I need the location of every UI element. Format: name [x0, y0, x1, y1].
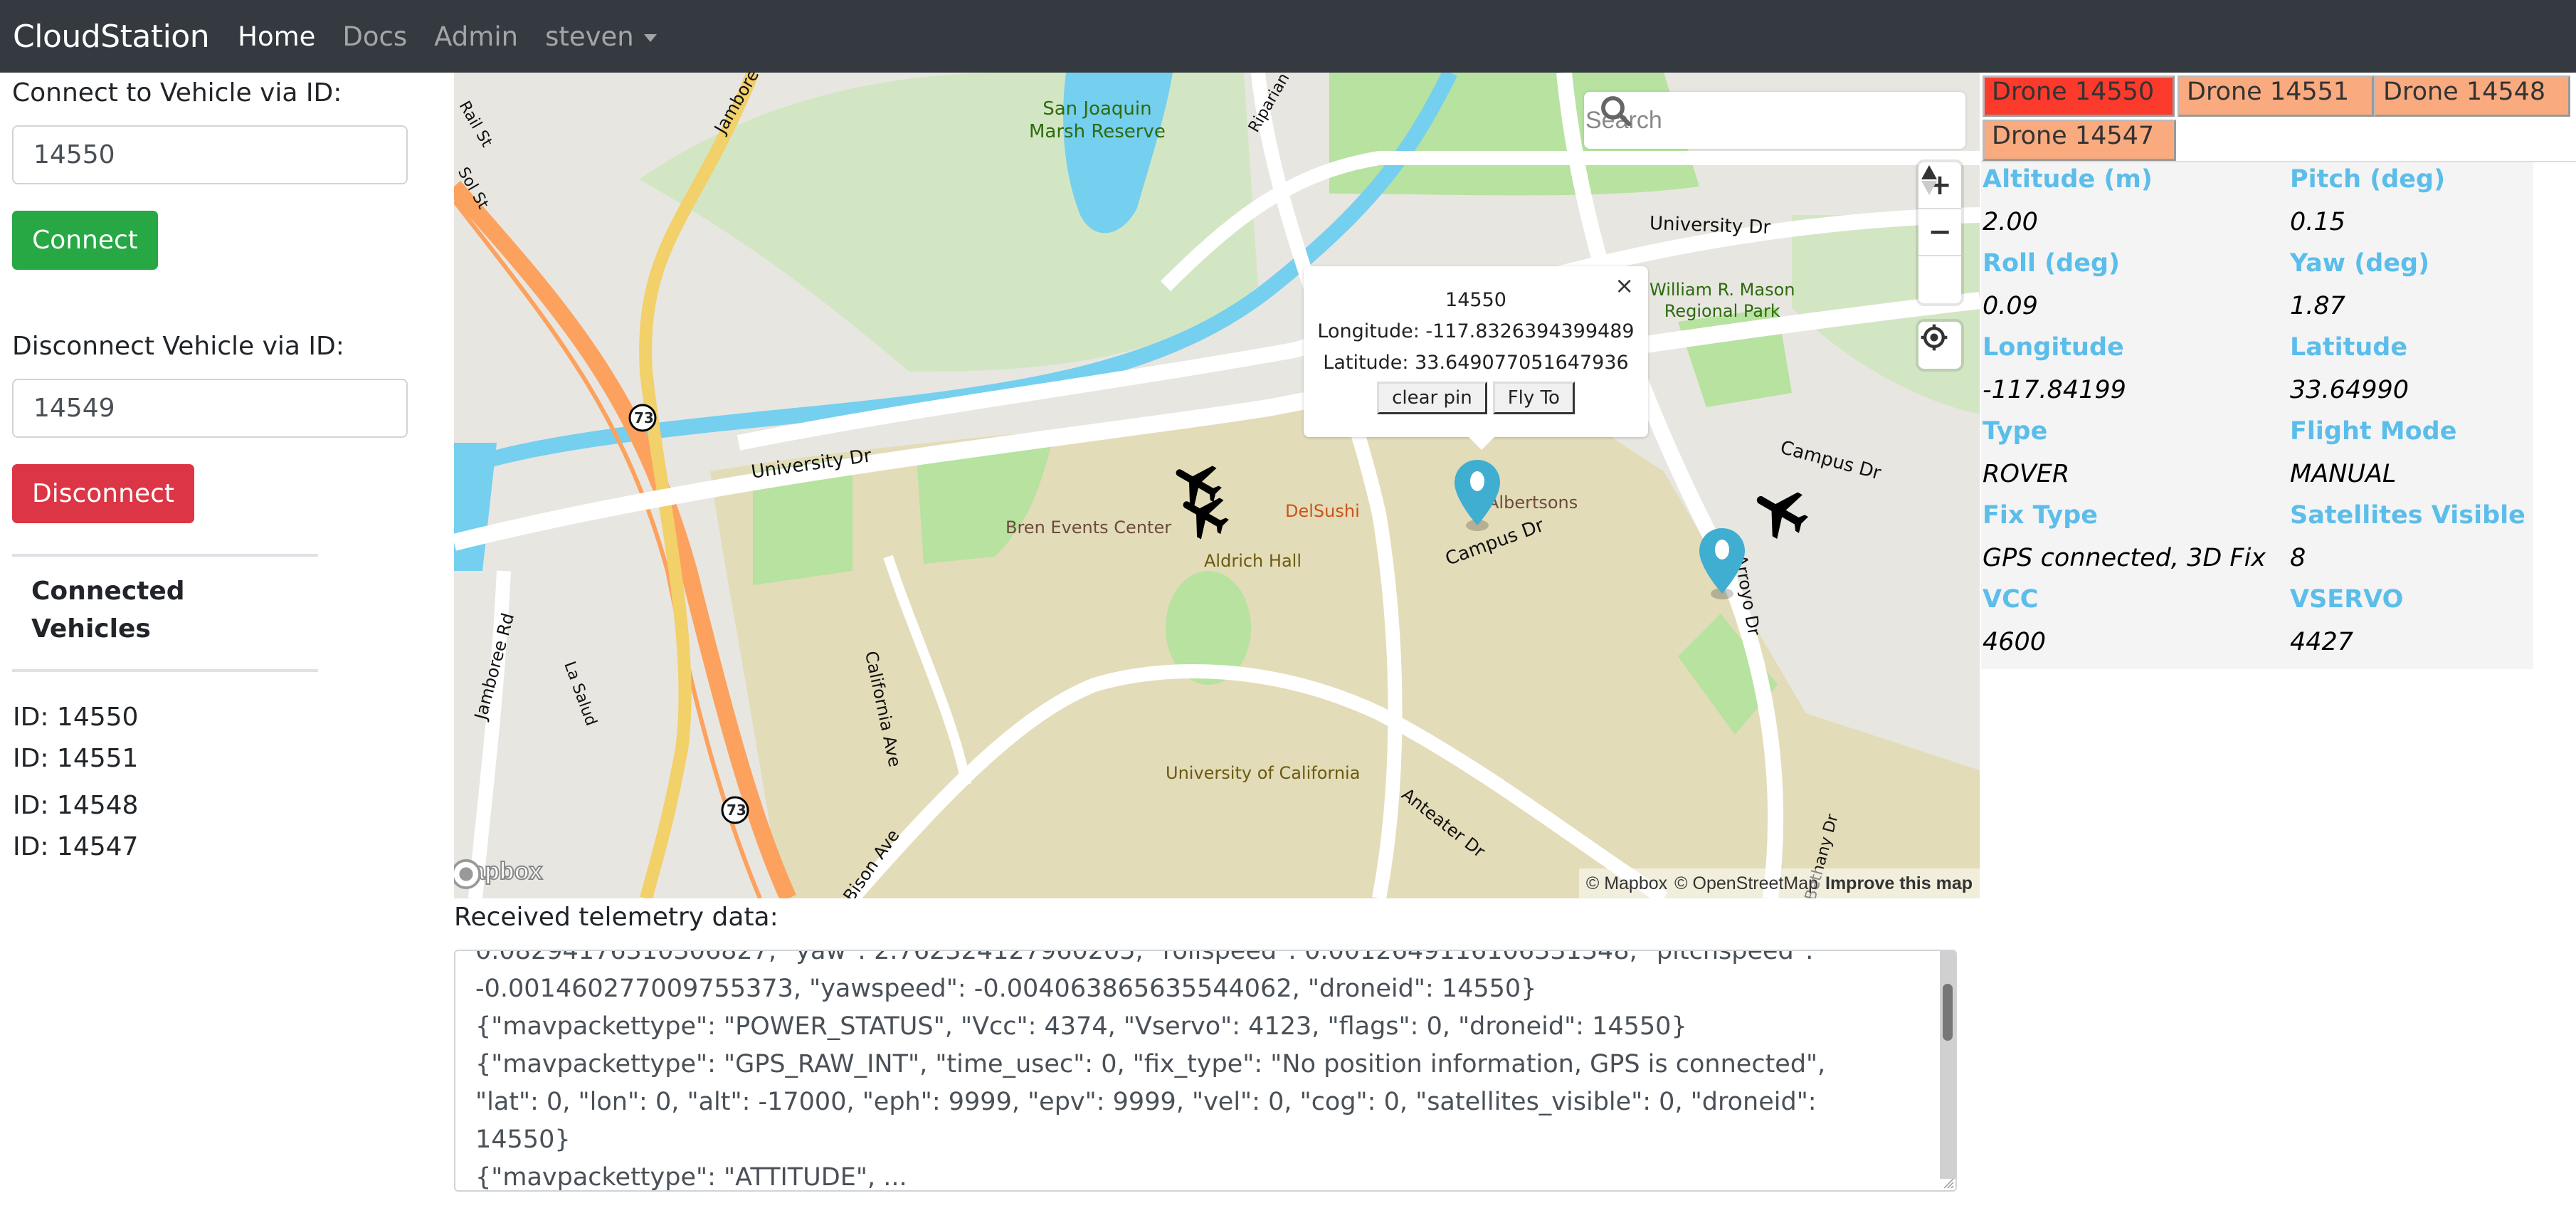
telemetry-value: 33.64990: [2290, 376, 2409, 404]
telemetry-log-label: Received telemetry data:: [454, 903, 778, 932]
search-icon: [1601, 96, 1632, 127]
route-73-shield: 73: [727, 802, 746, 819]
mapbox-logo[interactable]: mapbox: [454, 857, 543, 890]
disconnect-button[interactable]: Disconnect: [12, 464, 194, 523]
compass-button[interactable]: [1918, 165, 1961, 303]
label-delsushi: DelSushi: [1285, 501, 1360, 521]
telemetry-value: 1.87: [2290, 292, 2345, 320]
telemetry-label: Longitude: [1983, 333, 2124, 362]
resize-grip-icon[interactable]: [1941, 1176, 1954, 1189]
textarea-scrollbar[interactable]: [1940, 951, 1955, 1179]
telemetry-value: 4600: [1983, 628, 2047, 656]
clear-pin-button[interactable]: clear pin: [1377, 382, 1487, 414]
map-nav-controls: + −: [1918, 162, 1961, 303]
telemetry-label: Latitude: [2290, 333, 2408, 362]
telemetry-value: 0.09: [1983, 292, 2038, 320]
vehicle-list-item[interactable]: ID: 14551: [13, 744, 138, 773]
mapbox-logo-icon: [454, 858, 482, 890]
vehicle-list-item[interactable]: ID: 14547: [13, 832, 138, 861]
user-menu[interactable]: steven: [545, 21, 657, 52]
attrib-mapbox[interactable]: © Mapbox: [1586, 873, 1667, 894]
connect-id-input[interactable]: [12, 125, 408, 184]
telemetry-label: Type: [1983, 417, 2048, 446]
drone-tab-14547[interactable]: Drone 14547: [1983, 120, 2176, 161]
telemetry-log-text: 0.08294176310306827, "yaw": 2.7623241279…: [475, 950, 1826, 1192]
minus-icon: −: [1928, 216, 1952, 248]
connected-vehicles-title: Connected Vehicles: [31, 577, 185, 644]
label-aldrich-hall: Aldrich Hall: [1204, 551, 1302, 571]
divider-top: [12, 554, 318, 557]
compass-icon: [1921, 165, 1937, 195]
telemetry-value: ROVER: [1983, 460, 2070, 488]
navbar: CloudStation Home Docs Admin steven: [0, 0, 2576, 73]
telemetry-value: MANUAL: [2290, 460, 2397, 488]
left-panel: Connect to Vehicle via ID: Connect Disco…: [0, 73, 448, 1213]
label-bren-events-center: Bren Events Center: [1005, 518, 1172, 537]
telemetry-label: Yaw (deg): [2290, 249, 2430, 278]
label-university-of-california: University of California: [1166, 763, 1361, 783]
user-menu-label: steven: [545, 21, 634, 52]
telemetry-label: Satellites Visible: [2290, 501, 2525, 530]
telemetry-label: Pitch (deg): [2290, 165, 2446, 194]
connect-label: Connect to Vehicle via ID:: [12, 78, 342, 107]
scrollbar-thumb[interactable]: [1943, 984, 1953, 1041]
popup-close-button[interactable]: ×: [1615, 272, 1634, 299]
telemetry-label: Flight Mode: [2290, 417, 2457, 446]
telemetry-log-textarea[interactable]: 0.08294176310306827, "yaw": 2.7623241279…: [454, 950, 1957, 1192]
label-san-joaquin: San Joaquin Marsh Reserve: [1029, 98, 1166, 142]
nav-docs[interactable]: Docs: [342, 21, 407, 52]
telemetry-value: GPS connected, 3D Fix: [1983, 544, 2266, 572]
zoom-out-button[interactable]: −: [1918, 209, 1961, 256]
label-albertsons: Albertsons: [1487, 493, 1578, 513]
telemetry-label: Altitude (m): [1983, 165, 2153, 194]
drone-tab-14551[interactable]: Drone 14551: [2178, 75, 2374, 117]
telemetry-label: VCC: [1983, 585, 2039, 614]
geolocate-icon: [1921, 324, 1948, 351]
route-73-shield: 73: [634, 409, 654, 426]
nav-home[interactable]: Home: [238, 21, 315, 52]
brand-logo[interactable]: CloudStation: [13, 19, 210, 55]
nav-admin[interactable]: Admin: [434, 21, 518, 52]
telemetry-label: Fix Type: [1983, 501, 2098, 530]
geolocate-control: [1918, 322, 1961, 369]
popup-latitude: Latitude: 33.649077051647936: [1323, 352, 1629, 374]
vehicle-list-item[interactable]: ID: 14550: [13, 703, 138, 732]
disconnect-label: Disconnect Vehicle via ID:: [12, 332, 344, 361]
disconnect-id-input[interactable]: [12, 379, 408, 438]
fly-to-button[interactable]: Fly To: [1492, 382, 1575, 414]
telemetry-panel: Altitude (m) 2.00 Pitch (deg) 0.15 Roll …: [1981, 162, 2533, 669]
map-search-box[interactable]: [1584, 92, 1965, 149]
caret-down-icon: [643, 33, 657, 42]
geolocate-button[interactable]: [1918, 322, 1961, 369]
label-william-mason-park: William R. Mason Regional Park: [1649, 280, 1795, 321]
connect-button[interactable]: Connect: [12, 211, 158, 270]
airplane-icon[interactable]: [1173, 485, 1237, 542]
telemetry-value: 2.00: [1983, 208, 2038, 236]
telemetry-value: 0.15: [2290, 208, 2345, 236]
marker-popup: × 14550 Longitude: -117.8326394399489 La…: [1304, 266, 1648, 450]
improve-map-link[interactable]: Improve this map: [1825, 873, 1973, 894]
airplane-icon[interactable]: [1749, 478, 1813, 542]
map-pin-icon[interactable]: [1455, 460, 1500, 531]
map-attribution: © Mapbox © OpenStreetMap Improve this ma…: [1578, 868, 1980, 898]
divider-bottom: [12, 669, 318, 672]
drone-tab-14548[interactable]: Drone 14548: [2374, 75, 2570, 117]
telemetry-value: 4427: [2290, 628, 2354, 656]
popup-drone-id: 14550: [1445, 289, 1506, 311]
map-canvas[interactable]: 73 73 San Joaquin Marsh Reserve William …: [454, 73, 1980, 898]
telemetry-label: VSERVO: [2290, 585, 2404, 614]
vehicle-list-item[interactable]: ID: 14548: [13, 791, 138, 820]
attrib-osm[interactable]: © OpenStreetMap: [1674, 873, 1818, 894]
map-pin-icon[interactable]: [1699, 528, 1745, 599]
label-university-dr: University Dr: [1649, 213, 1771, 238]
telemetry-label: Roll (deg): [1983, 249, 2121, 278]
telemetry-value: 8: [2290, 544, 2306, 572]
drone-tab-14550[interactable]: Drone 14550: [1983, 75, 2175, 117]
popup-longitude: Longitude: -117.8326394399489: [1317, 320, 1635, 342]
telemetry-value: -117.84199: [1983, 376, 2126, 404]
